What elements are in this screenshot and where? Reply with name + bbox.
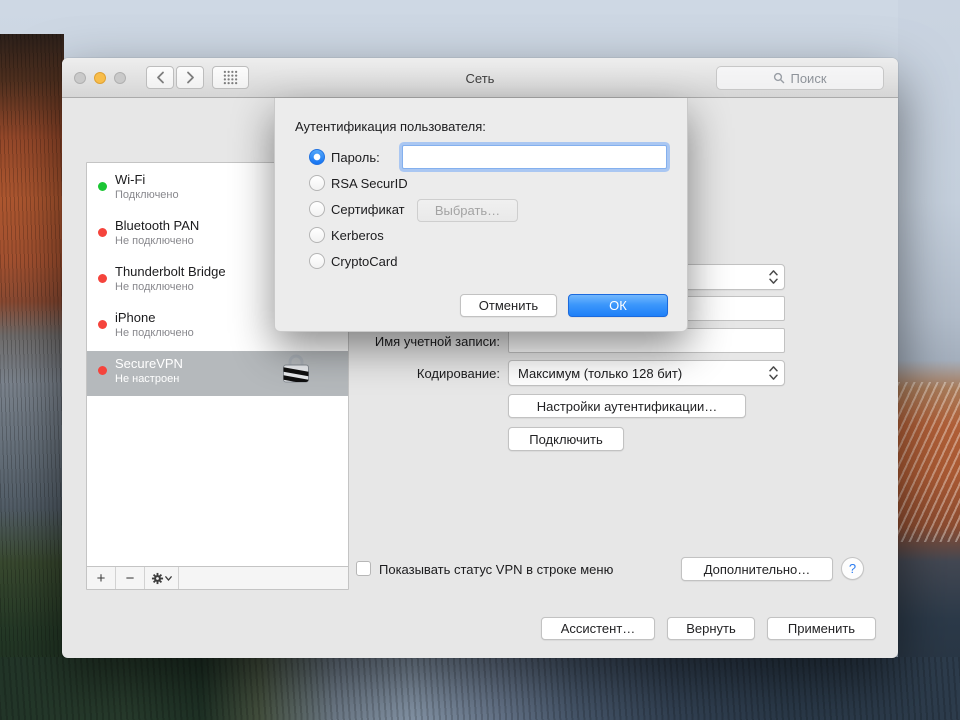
radio-password[interactable] — [309, 149, 325, 165]
choose-certificate-button[interactable]: Выбрать… — [417, 199, 518, 222]
encoding-label: Кодирование: — [292, 366, 500, 381]
wallpaper-right-cliff — [898, 0, 960, 720]
radio-kerberos-label: Kerberos — [331, 228, 384, 243]
service-name: Bluetooth PAN — [115, 218, 199, 233]
assistant-button[interactable]: Ассистент… — [541, 617, 655, 640]
search-placeholder: Поиск — [790, 71, 826, 86]
search-icon — [773, 72, 785, 84]
cancel-button[interactable]: Отменить — [460, 294, 557, 317]
chevron-down-icon — [165, 576, 172, 581]
radio-password-label: Пароль: — [331, 150, 380, 165]
radio-cryptocard-label: CryptoCard — [331, 254, 397, 269]
minus-icon: − — [126, 570, 135, 587]
show-vpn-status-checkbox[interactable] — [356, 561, 371, 576]
status-dot-red — [98, 366, 107, 375]
service-name: Wi-Fi — [115, 172, 145, 187]
encoding-popup[interactable]: Максимум (только 128 бит) — [508, 360, 785, 386]
search-input[interactable]: Поиск — [716, 66, 884, 90]
desktop: Сеть Поиск Wi-Fi Подключено Bluetooth PA… — [0, 0, 960, 720]
encoding-value: Максимум (только 128 бит) — [518, 366, 682, 381]
status-dot-red — [98, 320, 107, 329]
show-vpn-status-label: Показывать статус VPN в строке меню — [379, 562, 613, 577]
service-status: Не настроен — [115, 373, 179, 385]
radio-cryptocard[interactable] — [309, 253, 325, 269]
service-status: Не подключено — [115, 327, 194, 339]
authentication-dialog: Аутентификация пользователя: Пароль: RSA… — [274, 98, 688, 332]
apply-button[interactable]: Применить — [767, 617, 876, 640]
auth-settings-button[interactable]: Настройки аутентификации… — [508, 394, 746, 418]
status-dot-red — [98, 274, 107, 283]
revert-button[interactable]: Вернуть — [667, 617, 755, 640]
ok-button[interactable]: ОК — [568, 294, 668, 317]
service-status: Подключено — [115, 189, 179, 201]
dialog-title: Аутентификация пользователя: — [295, 119, 486, 134]
wallpaper-valley — [0, 657, 960, 720]
radio-kerberos[interactable] — [309, 227, 325, 243]
plus-icon: + — [97, 570, 106, 587]
list-toolbar: + − — [87, 566, 348, 589]
radio-rsa-securid-label: RSA SecurID — [331, 176, 408, 191]
service-name: Thunderbolt Bridge — [115, 264, 226, 279]
radio-certificate[interactable] — [309, 201, 325, 217]
wallpaper-left-cliff — [0, 34, 64, 720]
radio-certificate-label: Сертификат — [331, 202, 405, 217]
password-input[interactable] — [402, 145, 667, 169]
remove-service-button[interactable]: − — [116, 567, 145, 589]
status-dot-green — [98, 182, 107, 191]
popup-chevrons-icon — [769, 366, 778, 381]
gear-icon — [151, 572, 164, 585]
popup-chevrons-icon — [769, 270, 778, 285]
service-status: Не подключено — [115, 235, 194, 247]
radio-rsa-securid[interactable] — [309, 175, 325, 191]
service-name: SecureVPN — [115, 356, 183, 371]
window-titlebar: Сеть Поиск — [62, 58, 898, 98]
service-status: Не подключено — [115, 281, 194, 293]
wallpaper-snow-texture — [898, 382, 960, 542]
actions-menu-button[interactable] — [145, 567, 179, 589]
connect-button[interactable]: Подключить — [508, 427, 624, 451]
advanced-button[interactable]: Дополнительно… — [681, 557, 833, 581]
status-dot-red — [98, 228, 107, 237]
service-name: iPhone — [115, 310, 155, 325]
add-service-button[interactable]: + — [87, 567, 116, 589]
help-button[interactable]: ? — [841, 557, 864, 580]
account-name-label: Имя учетной записи: — [292, 334, 500, 349]
